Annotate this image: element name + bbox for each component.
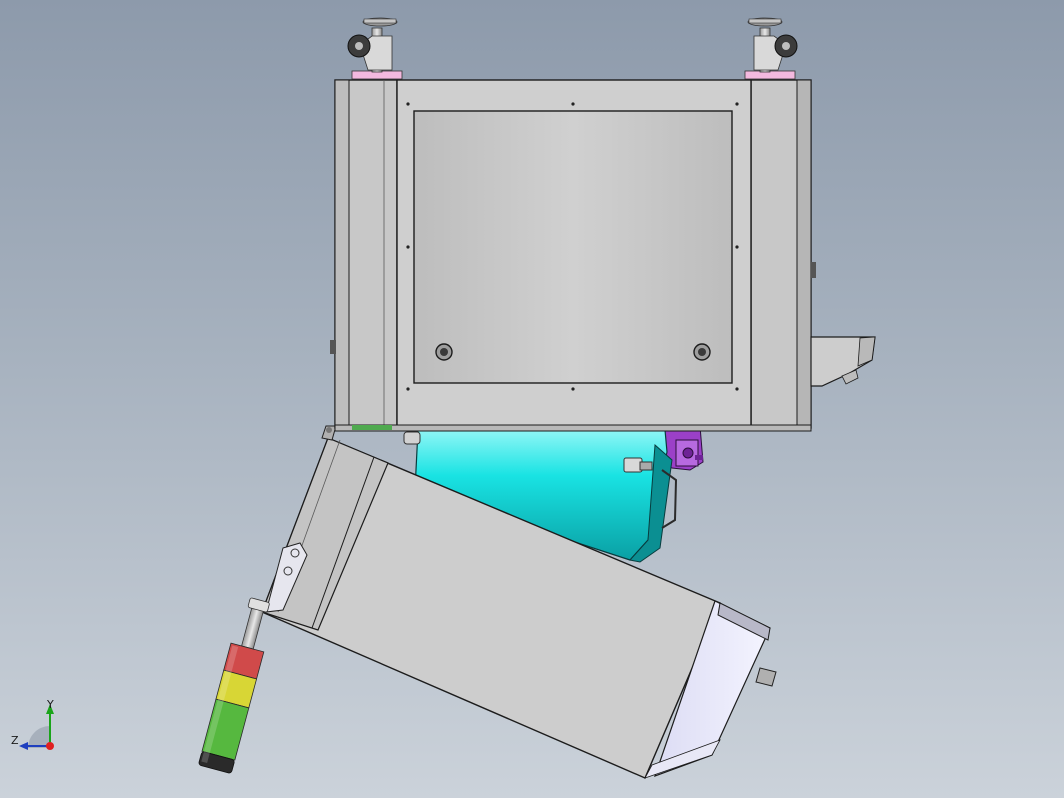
signal-tower[interactable] <box>198 596 276 774</box>
caster-right[interactable] <box>744 17 798 80</box>
model-canvas[interactable] <box>0 0 1064 798</box>
upper-cabinet[interactable] <box>330 79 876 432</box>
cad-viewport[interactable]: Y Z <box>0 0 1064 798</box>
caster-left[interactable] <box>347 17 403 80</box>
triad-z-label: Z <box>11 734 19 747</box>
x-axis-dot-icon <box>46 742 54 750</box>
z-axis-arrow-icon <box>19 742 28 750</box>
triad-y-label: Y <box>47 698 54 711</box>
